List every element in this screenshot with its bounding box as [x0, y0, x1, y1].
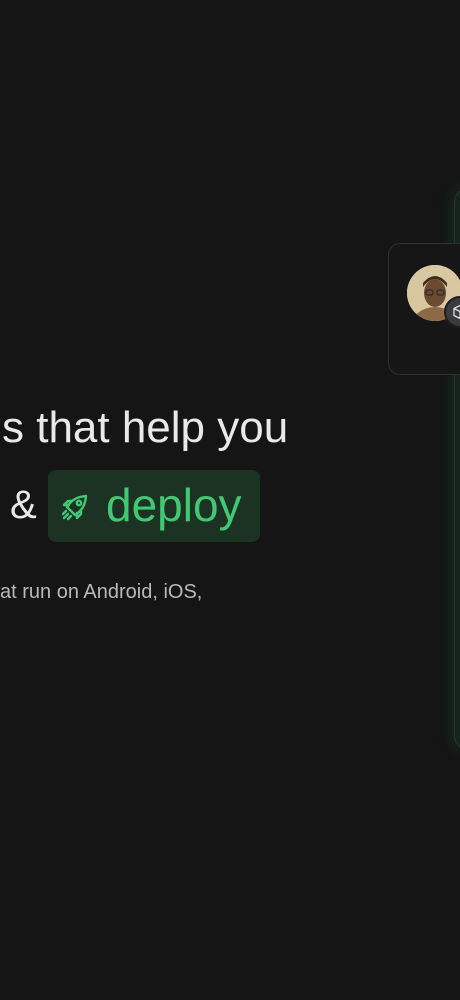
deploy-label: deploy [106, 479, 242, 531]
headline-line1: s that help you [2, 403, 289, 452]
rocket-icon [61, 494, 88, 521]
deploy-highlight: deploy [48, 470, 260, 542]
headline-ampersand: & [10, 483, 37, 527]
profile-card [388, 243, 460, 375]
page: s that help you & deploy at run on Andro… [0, 0, 460, 1000]
hero-subtext: at run on Android, iOS, [0, 581, 203, 603]
